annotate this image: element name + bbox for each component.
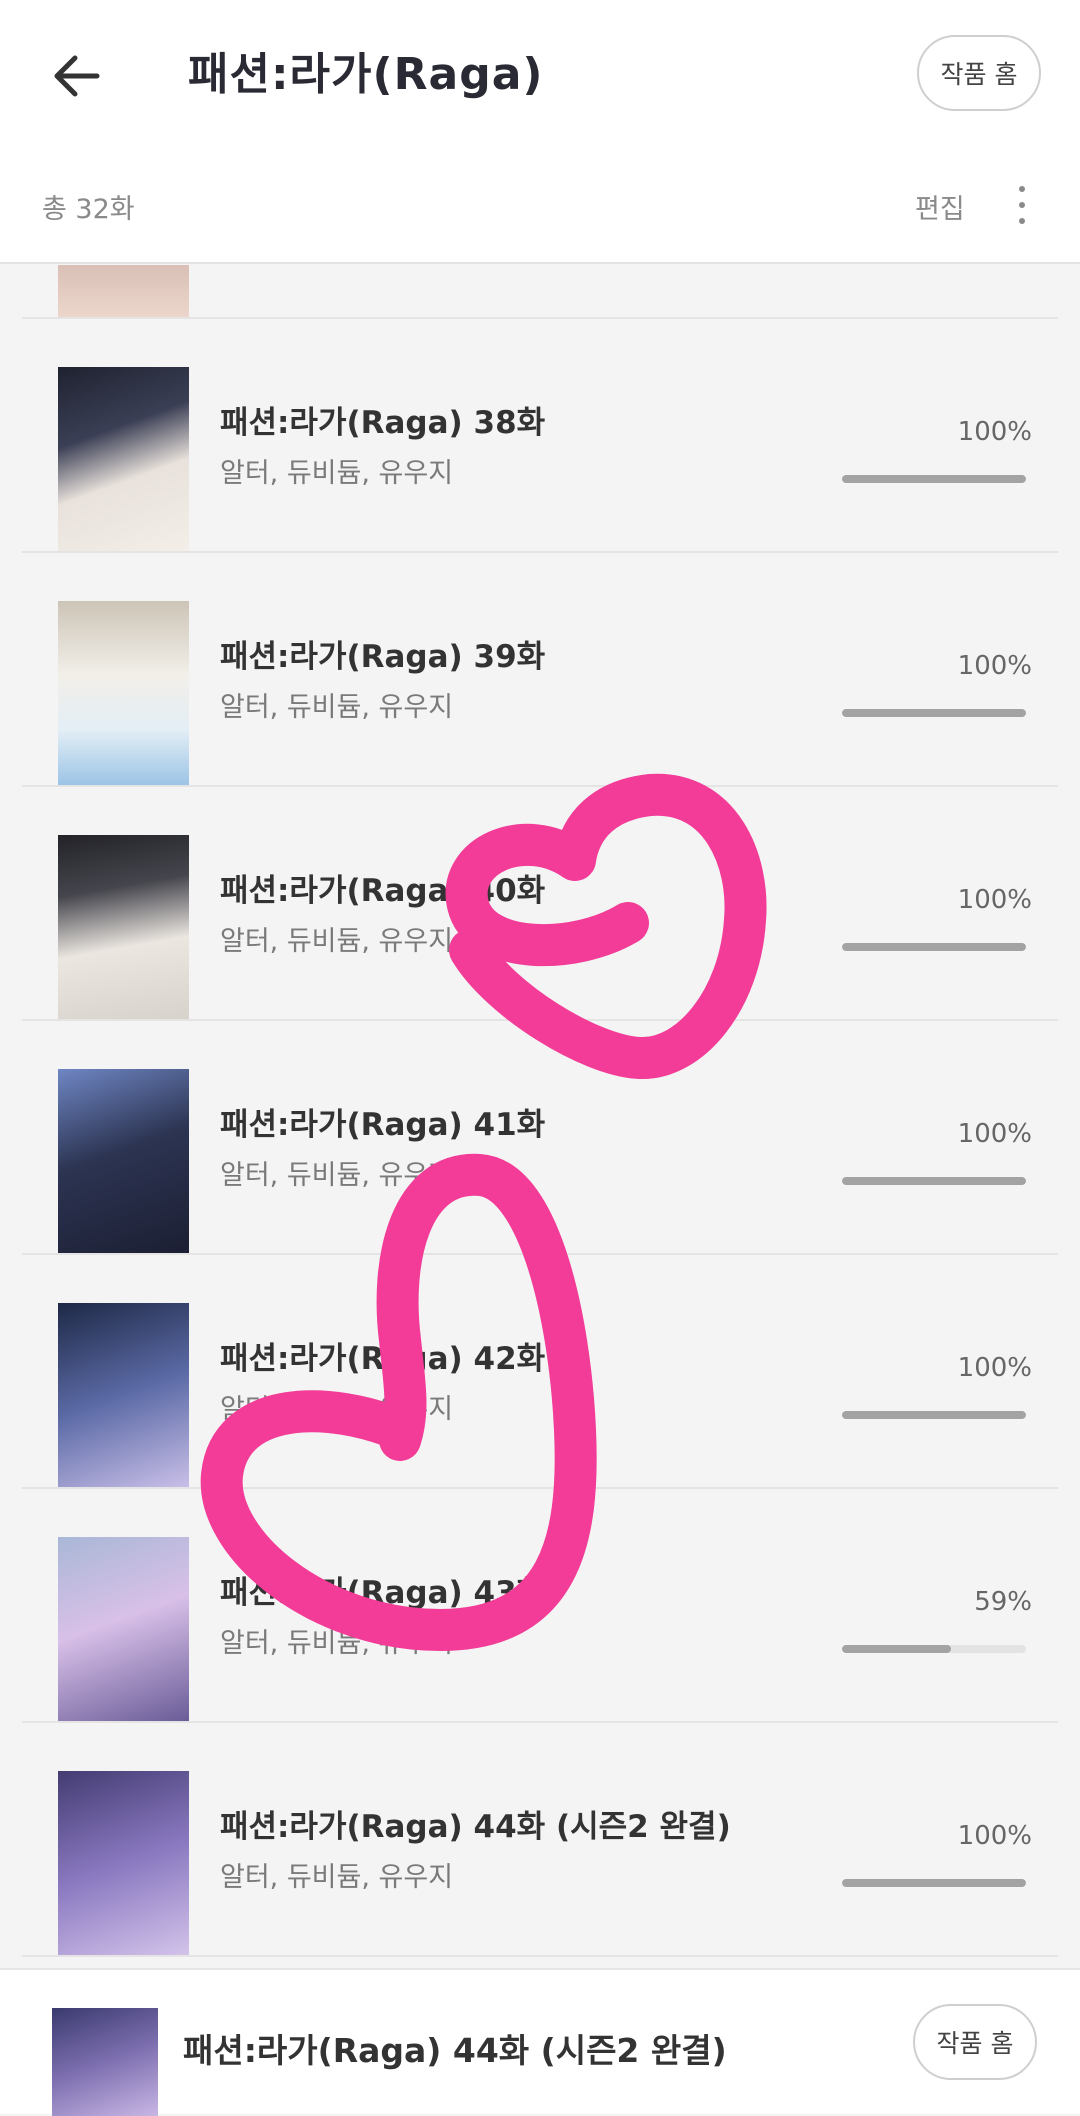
current-episode-title: 패션:라가(Raga) 44화 (시즌2 완결) (183, 2031, 727, 2070)
progress-percent: 59% (974, 1587, 1032, 1617)
progress-bar-fill (842, 1177, 1026, 1185)
progress-bar (842, 1645, 1026, 1653)
episode-authors: 알터, 듀비듐, 유우지 (220, 1862, 454, 1893)
episode-thumbnail (58, 1771, 189, 1955)
arrow-left-icon (54, 55, 100, 97)
progress-bar (842, 709, 1026, 717)
current-episode-thumbnail (52, 2008, 158, 2116)
episode-authors: 알터, 듀비듐, 유우지 (220, 1160, 454, 1191)
progress-bar-fill (842, 709, 1026, 717)
episode-title: 패션:라가(Raga) 41화 (220, 1107, 546, 1143)
progress-bar-fill (842, 943, 1026, 951)
list-item[interactable]: 패션:라가(Raga) 42화알터, 듀비듐, 유우지 100% (22, 1255, 1058, 1489)
list-item[interactable]: 패션:라가(Raga) 39화알터, 듀비듐, 유우지 100% (22, 553, 1058, 787)
episode-authors: 알터, 듀비듐, 유우지 (220, 458, 454, 489)
episode-thumbnail (58, 1069, 189, 1253)
progress-bar-fill (842, 1645, 951, 1653)
progress-bar-fill (842, 475, 1026, 483)
episode-thumbnail (58, 1537, 189, 1721)
list-item[interactable]: 패션:라가(Raga) 38화알터, 듀비듐, 유우지 100% (22, 319, 1058, 553)
episode-authors: 알터, 듀비듐, 유우지 (220, 1394, 454, 1425)
episode-thumbnail (58, 601, 189, 785)
progress-bar-fill (842, 1879, 1026, 1887)
progress-bar (842, 475, 1026, 483)
series-home-button[interactable]: 작품 홈 (917, 35, 1041, 111)
progress-percent: 100% (957, 1821, 1032, 1851)
progress-bar (842, 1177, 1026, 1185)
progress-percent: 100% (957, 651, 1032, 681)
page-title: 패션:라가(Raga) (188, 49, 544, 100)
episode-title: 패션:라가(Raga) 43화 (220, 1575, 546, 1611)
back-button[interactable] (44, 44, 108, 108)
progress-percent: 100% (957, 1119, 1032, 1149)
list-item[interactable]: 패션:라가(Raga) 44화 (시즌2 완결) 알터, 듀비듐, 유우지 100% (22, 1723, 1058, 1957)
episode-authors: 알터, 듀비듐, 유우지 (220, 926, 454, 957)
progress-bar-fill (842, 1411, 1026, 1419)
now-reading-bar[interactable]: 패션:라가(Raga) 44화 (시즌2 완결) 작품 홈 (0, 1968, 1080, 2116)
episode-thumbnail (58, 367, 189, 551)
episode-title: 패션:라가(Raga) 38화 (220, 405, 546, 441)
episode-title: 패션:라가(Raga) 42화 (220, 1341, 546, 1377)
edit-button[interactable]: 편집 (915, 187, 965, 226)
progress-bar (842, 1411, 1026, 1419)
progress-percent: 100% (957, 885, 1032, 915)
episode-title: 패션:라가(Raga) 40화 (220, 873, 546, 909)
episode-thumbnail (58, 1303, 189, 1487)
progress-percent: 100% (957, 1353, 1032, 1383)
list-item[interactable]: 패션:라가(Raga) 43화알터, 듀비듐, 유우지 59% (22, 1489, 1058, 1723)
more-vertical-icon (1019, 186, 1025, 192)
progress-percent: 100% (957, 417, 1032, 447)
episode-thumbnail (58, 835, 189, 1019)
header: 패션:라가(Raga) 작품 홈 총 32화 편집 (0, 0, 1080, 264)
list-item[interactable] (22, 265, 1058, 319)
progress-bar (842, 1879, 1026, 1887)
episode-authors: 알터, 듀비듐, 유우지 (220, 1628, 454, 1659)
episode-title: 패션:라가(Raga) 44화 (시즌2 완결) (220, 1809, 731, 1845)
episode-list: 패션:라가(Raga) 38화 알터, 듀비듐, 유우지 100% 패션:라가(Rag… (0, 265, 1080, 1957)
episode-thumbnail (58, 265, 189, 317)
series-home-button-bottom[interactable]: 작품 홈 (913, 2004, 1037, 2080)
list-item[interactable]: 패션:라가(Raga) 41화알터, 듀비듐, 유우지 100% (22, 1021, 1058, 1255)
more-options-button[interactable] (1004, 180, 1040, 230)
episode-title: 패션:라가(Raga) 39화 (220, 639, 546, 675)
list-item[interactable]: 패션:라가(Raga) 40화알터, 듀비듐, 유우지 100% (22, 787, 1058, 1021)
episode-authors: 알터, 듀비듐, 유우지 (220, 692, 454, 723)
episode-count: 총 32화 (42, 194, 135, 225)
progress-bar (842, 943, 1026, 951)
